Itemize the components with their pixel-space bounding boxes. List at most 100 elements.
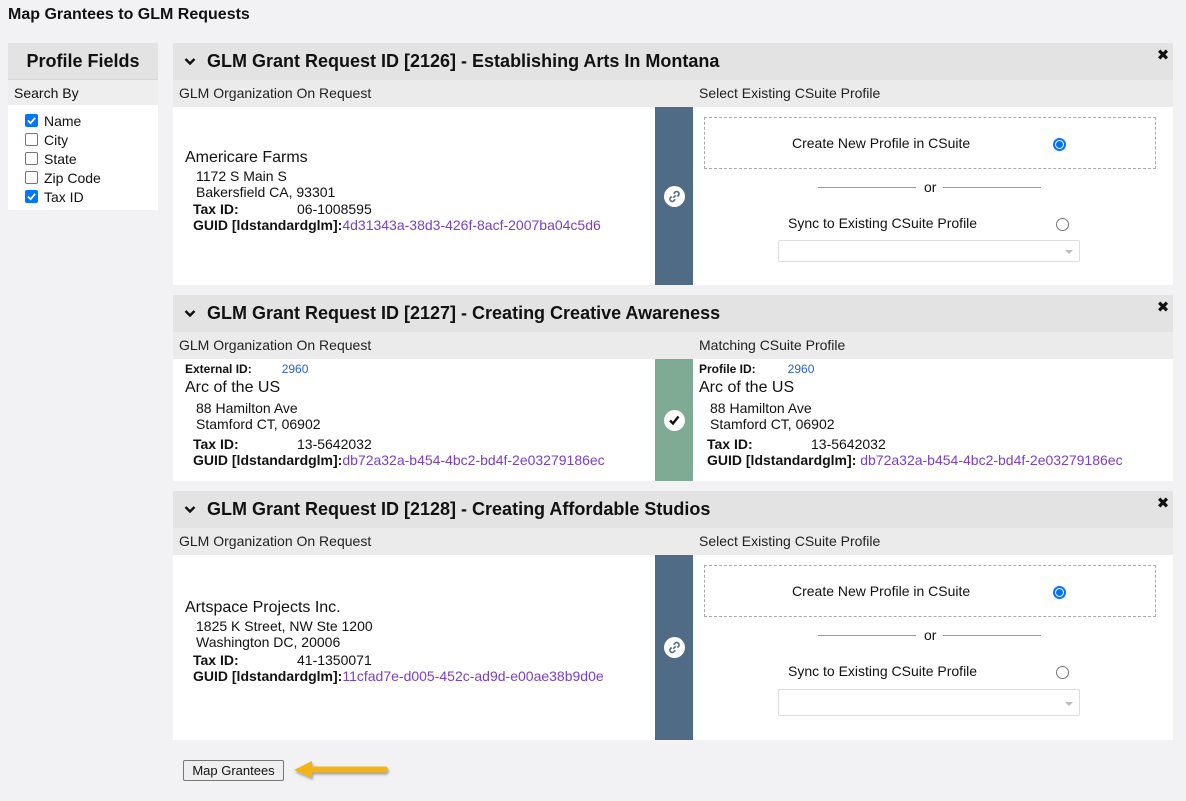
guid-link[interactable]: db72a32a-b454-4bc2-bd4f-2e03279186ec <box>342 452 604 468</box>
field-name-option[interactable]: Name <box>8 111 158 130</box>
org-guid: GUID [ldstandardglm]:db72a32a-b454-4bc2-… <box>193 452 605 468</box>
create-new-radio[interactable] <box>1053 138 1066 151</box>
profile-address-line2: Stamford CT, 06902 <box>710 416 835 432</box>
create-new-profile-label: Create New Profile in CSuite <box>792 135 971 151</box>
guid-link[interactable]: 11cfad7e-d005-452c-ad9d-e00ae38b9d0e <box>342 668 603 684</box>
card-title: GLM Grant Request ID [2127] - Creating C… <box>207 303 721 323</box>
org-address-line2: Bakersfield CA, 93301 <box>196 184 336 200</box>
sync-existing-radio[interactable] <box>1056 666 1069 679</box>
org-guid: GUID [ldstandardglm]:11cfad7e-d005-452c-… <box>193 668 604 684</box>
profile-name: Arc of the US <box>699 379 795 396</box>
column-headers: GLM Organization On Request Matching CSu… <box>173 332 1173 359</box>
profile-guid: GUID [ldstandardglm]: db72a32a-b454-4bc2… <box>707 452 1123 468</box>
search-by-label: Search By <box>8 79 158 105</box>
city-label: City <box>44 131 69 148</box>
profile-fields-title: Profile Fields <box>8 43 158 79</box>
guid-link[interactable]: 4d31343a-38d3-426f-8acf-2007ba04c5d6 <box>342 217 600 233</box>
left-column-header: GLM Organization On Request <box>179 533 372 549</box>
glm-organization: Americare Farms 1172 S Main S Bakersfiel… <box>185 149 601 233</box>
sync-existing-radio[interactable] <box>1056 218 1069 231</box>
column-headers: GLM Organization On Request Select Exist… <box>173 528 1173 555</box>
card-body: Artspace Projects Inc. 1825 K Street, NW… <box>173 555 1173 740</box>
create-new-profile-label: Create New Profile in CSuite <box>792 583 971 599</box>
close-icon[interactable]: ✖ <box>1156 48 1170 63</box>
chevron-down-icon <box>1065 702 1073 706</box>
sync-existing-label: Sync to Existing CSuite Profile <box>788 215 978 231</box>
tax-id-label: Tax ID <box>44 188 84 205</box>
checkmark-icon <box>663 409 685 431</box>
field-state-option[interactable]: State <box>8 149 158 168</box>
matched-status-bar <box>655 359 693 481</box>
left-column-header: GLM Organization On Request <box>179 85 372 101</box>
right-column-header: Select Existing CSuite Profile <box>699 533 881 549</box>
org-name: Americare Farms <box>185 149 308 166</box>
org-address-line2: Washington DC, 20006 <box>196 634 341 650</box>
card-header: GLM Grant Request ID [2128] - Creating A… <box>173 491 1173 528</box>
left-column-header: GLM Organization On Request <box>179 337 372 353</box>
or-divider: or <box>818 627 1042 643</box>
external-id: External ID: 2960 <box>185 362 309 376</box>
external-id-link[interactable]: 2960 <box>282 362 309 376</box>
state-label: State <box>44 150 77 167</box>
zip-code-label: Zip Code <box>44 169 101 186</box>
unmatched-status-bar <box>655 555 693 740</box>
field-zip-option[interactable]: Zip Code <box>8 168 158 187</box>
name-checkbox[interactable] <box>25 114 38 127</box>
chevron-down-icon <box>1065 250 1073 254</box>
card-header: GLM Grant Request ID [2127] - Creating C… <box>173 295 1173 332</box>
profile-fields-panel: Profile Fields Search By Name City State… <box>8 43 158 210</box>
org-name: Arc of the US <box>185 379 281 396</box>
org-address-line1: 1825 K Street, NW Ste 1200 <box>196 618 373 634</box>
field-tax-id-option[interactable]: Tax ID <box>8 187 158 206</box>
unmatched-status-bar <box>655 107 693 285</box>
chevron-down-icon[interactable] <box>183 55 197 69</box>
column-headers: GLM Organization On Request Select Exist… <box>173 80 1173 107</box>
org-tax-id: Tax ID: 13-5642032 <box>193 436 372 452</box>
profile-id-link[interactable]: 2960 <box>788 362 815 376</box>
card-header: GLM Grant Request ID [2126] - Establishi… <box>173 43 1173 80</box>
grant-request-card: GLM Grant Request ID [2127] - Creating C… <box>173 295 1173 481</box>
page-title: Map Grantees to GLM Requests <box>8 6 250 23</box>
tax-id-checkbox[interactable] <box>25 190 38 203</box>
profile-tax-id: Tax ID: 13-5642032 <box>707 436 886 452</box>
state-checkbox[interactable] <box>25 152 38 165</box>
create-new-profile-option[interactable]: Create New Profile in CSuite <box>704 565 1156 617</box>
close-icon[interactable]: ✖ <box>1156 496 1170 511</box>
grant-request-card: GLM Grant Request ID [2126] - Establishi… <box>173 43 1173 285</box>
name-label: Name <box>44 112 82 129</box>
grant-request-card: GLM Grant Request ID [2128] - Creating A… <box>173 491 1173 740</box>
arrow-left-icon <box>294 761 388 778</box>
org-address-line2: Stamford CT, 06902 <box>196 416 321 432</box>
or-divider: or <box>818 179 1042 195</box>
org-guid: GUID [ldstandardglm]:4d31343a-38d3-426f-… <box>193 217 601 233</box>
chevron-down-icon[interactable] <box>183 307 197 321</box>
org-address-line1: 88 Hamilton Ave <box>196 400 298 416</box>
field-city-option[interactable]: City <box>8 130 158 149</box>
guid-link[interactable]: db72a32a-b454-4bc2-bd4f-2e03279186ec <box>860 452 1122 468</box>
glm-organization: External ID: 2960 Arc of the US 88 Hamilt… <box>185 362 605 468</box>
org-name: Artspace Projects Inc. <box>185 599 341 616</box>
org-tax-id: Tax ID: 06-1008595 <box>193 201 372 217</box>
glm-organization: Artspace Projects Inc. 1825 K Street, NW… <box>185 599 604 684</box>
city-checkbox[interactable] <box>25 133 38 146</box>
sync-existing-label: Sync to Existing CSuite Profile <box>788 663 978 679</box>
existing-profile-select[interactable] <box>778 240 1080 262</box>
create-new-profile-option[interactable]: Create New Profile in CSuite <box>704 117 1156 169</box>
chevron-down-icon[interactable] <box>183 503 197 517</box>
map-grantees-button[interactable]: Map Grantees <box>183 760 284 781</box>
card-body: External ID: 2960 Arc of the US 88 Hamilt… <box>173 359 1173 481</box>
create-new-radio[interactable] <box>1053 586 1066 599</box>
matching-csuite-profile: Profile ID: 2960 Arc of the US 88 Hamilto… <box>699 362 1123 468</box>
zip-code-checkbox[interactable] <box>25 171 38 184</box>
org-address-line1: 1172 S Main S <box>196 168 287 184</box>
card-title: GLM Grant Request ID [2126] - Establishi… <box>207 51 720 71</box>
link-icon <box>663 637 685 658</box>
card-body: Americare Farms 1172 S Main S Bakersfiel… <box>173 107 1173 285</box>
link-icon <box>663 185 685 207</box>
org-tax-id: Tax ID: 41-1350071 <box>193 652 372 668</box>
close-icon[interactable]: ✖ <box>1156 300 1170 315</box>
profile-id: Profile ID: 2960 <box>699 362 815 376</box>
profile-address-line1: 88 Hamilton Ave <box>710 400 812 416</box>
right-column-header: Select Existing CSuite Profile <box>699 85 881 101</box>
existing-profile-select[interactable] <box>778 689 1080 716</box>
